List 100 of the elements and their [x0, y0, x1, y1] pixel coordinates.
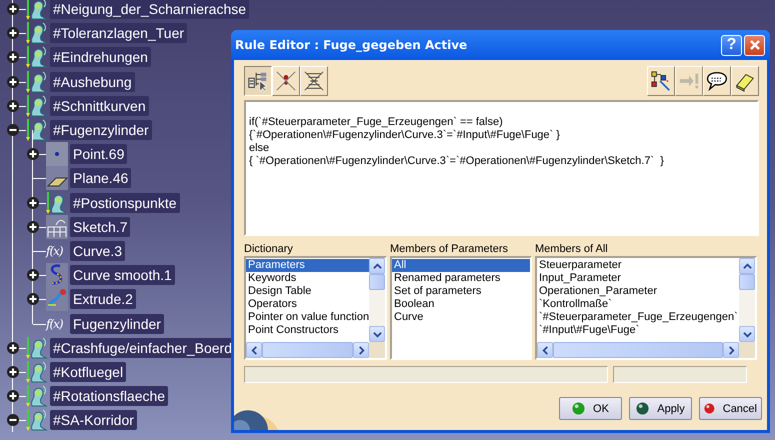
feature-icon — [26, 0, 48, 22]
scroll-up-button[interactable] — [369, 258, 385, 274]
scroll-thumb[interactable] — [739, 274, 755, 290]
chevron-up-icon — [372, 262, 382, 270]
list-item[interactable]: Renamed parameters — [392, 272, 530, 285]
scroll-left-button[interactable] — [537, 342, 553, 358]
scroll-left-button[interactable] — [246, 342, 262, 358]
expand-toggle[interactable] — [27, 293, 39, 306]
dictionary-list[interactable]: Parameters Keywords Design Table Operators Pointer on value function Point Constructors — [244, 256, 387, 360]
curve-icon — [46, 263, 68, 288]
tree-item-label[interactable]: #Neigung_der_Scharnierachse — [50, 0, 250, 20]
list-item[interactable]: `#Input\#Fuge\Fuge` — [537, 324, 739, 337]
scroll-thumb[interactable] — [553, 342, 723, 358]
list-item[interactable]: Steuerparameter — [537, 259, 739, 272]
expand-toggle[interactable] — [27, 220, 39, 233]
tree-item-label[interactable]: Fugenzylinder — [70, 314, 164, 334]
feature-icon — [26, 45, 48, 70]
list-item[interactable]: All — [392, 259, 530, 272]
list-item[interactable]: Boolean — [392, 298, 530, 311]
scroll-thumb[interactable] — [262, 342, 353, 358]
window-title: Rule Editor : Fuge_gegeben Active — [235, 38, 468, 52]
tree-item-label[interactable]: Extrude.2 — [70, 289, 136, 310]
list-item[interactable]: Keywords — [246, 272, 369, 285]
scrollbar-corner — [739, 342, 755, 358]
tree-item-label[interactable]: #Postionspunkte — [70, 192, 180, 213]
expand-toggle[interactable] — [7, 414, 19, 426]
close-icon — [748, 39, 760, 51]
scroll-up-button[interactable] — [739, 258, 755, 274]
expand-toggle[interactable] — [27, 196, 39, 209]
scroll-right-button[interactable] — [723, 342, 739, 358]
list-item[interactable]: Input_Parameter — [537, 272, 739, 285]
tree-item-label[interactable]: #Fugenzylinder — [50, 120, 152, 140]
chevron-right-icon — [356, 346, 366, 354]
scroll-right-button[interactable] — [353, 342, 369, 358]
tree-item-label[interactable]: Curve smooth.1 — [70, 265, 175, 286]
formula-icon: f(x) — [46, 244, 68, 258]
dialog-button[interactable]: OK — [559, 397, 622, 420]
vertical-scrollbar[interactable] — [739, 258, 755, 342]
expand-toggle[interactable] — [7, 366, 19, 378]
expand-toggle[interactable] — [7, 390, 19, 402]
dialog-button[interactable]: Cancel — [699, 397, 762, 420]
expand-toggle[interactable] — [7, 51, 19, 64]
tree-item-label[interactable]: #Toleranzlagen_Tuer — [50, 23, 188, 44]
feature-icon — [26, 70, 48, 94]
horizontal-scrollbar[interactable] — [246, 342, 385, 358]
close-button[interactable] — [744, 34, 765, 56]
tree-item-label[interactable]: #SA-Korridor — [50, 410, 137, 430]
tree-item-label[interactable]: #Schnittkurven — [50, 96, 149, 116]
feature-icon — [26, 94, 48, 118]
plane-icon — [46, 166, 68, 190]
chevron-down-icon — [742, 330, 752, 338]
list-label: Members of All — [535, 243, 609, 256]
rule-text-editor[interactable]: if(`#Steuerparameter_Fuge_Erzeugengen` == false) {`#Operationen\#Fugenzylinder\Curve.3`=`#Input\#Fuge\Fuge` } else { `#Operationen\#Fugenzylinder\Curve.3`=`#Operationen\#Fugenzylinder\Sketch.7` } — [244, 100, 759, 236]
code-line: else — [249, 142, 270, 155]
tree-item-label[interactable]: Curve.3 — [70, 240, 126, 261]
tree-item-label[interactable]: Sketch.7 — [70, 216, 130, 237]
list-item[interactable]: Operators — [246, 298, 369, 311]
tree-item-label[interactable]: Plane.46 — [70, 168, 132, 188]
expand-toggle[interactable] — [7, 76, 19, 88]
horizontal-scrollbar[interactable] — [537, 342, 755, 358]
tree-item-label[interactable]: #Rotationsflaeche — [50, 386, 168, 406]
tree-item-label[interactable]: Point.69 — [70, 144, 128, 164]
expand-toggle[interactable] — [7, 100, 19, 112]
tree-item-label[interactable]: #Eindrehungen — [50, 47, 151, 68]
list-item[interactable]: Point Constructors — [246, 324, 369, 337]
scroll-down-button[interactable] — [739, 326, 755, 342]
sketch-icon — [46, 214, 68, 239]
list-item[interactable]: Parameters — [246, 259, 369, 272]
list-item[interactable]: `Kontrollmaße` — [537, 298, 739, 311]
scroll-thumb[interactable] — [369, 274, 385, 290]
list-item[interactable]: Curve — [392, 311, 530, 324]
expand-toggle[interactable] — [27, 269, 39, 282]
vertical-scrollbar[interactable] — [369, 258, 385, 342]
tree-item-label[interactable]: #Aushebung — [50, 72, 135, 92]
feature-icon — [46, 190, 68, 215]
toolbar-button[interactable] — [244, 66, 272, 96]
scroll-down-button[interactable] — [369, 326, 385, 342]
expand-toggle[interactable] — [7, 27, 19, 40]
expand-toggle[interactable] — [27, 148, 39, 160]
chevron-right-icon — [726, 346, 736, 354]
expand-toggle[interactable] — [7, 3, 19, 16]
scrollbar-corner — [369, 342, 385, 358]
expand-toggle[interactable] — [7, 124, 19, 136]
feature-icon — [26, 384, 48, 408]
expand-toggle[interactable] — [7, 342, 19, 354]
dialog-button[interactable]: Apply — [629, 397, 692, 420]
list-item[interactable]: Set of parameters — [392, 285, 530, 298]
feature-icon — [26, 408, 48, 432]
list-item[interactable]: Design Table — [246, 285, 369, 298]
tree-item-label[interactable]: #Kotfluegel — [50, 362, 126, 382]
feature-icon — [26, 21, 48, 46]
parameters-list[interactable]: All Renamed parameters Set of parameters Boolean Curve — [390, 256, 532, 360]
chevron-left-icon — [250, 346, 258, 354]
list-item[interactable]: Operationen_Parameter — [537, 285, 739, 298]
code-line: { `#Operationen\#Fugenzylinder\Curve.3`=`#Operationen\#Fugenzylinder\Sketch.7` } — [249, 155, 664, 168]
list-item[interactable]: `#Steuerparameter_Fuge_Erzeugengen` — [537, 311, 739, 324]
members-list[interactable]: Steuerparameter Input_Parameter Operationen_Parameter `Kontrollmaße` `#Steuerparameter_Fuge_Erzeugengen` `#Input\#Fuge\Fuge` — [535, 256, 757, 360]
formula-icon: f(x) — [46, 316, 68, 331]
list-item[interactable]: Pointer on value function — [246, 311, 369, 324]
chevron-up-icon — [742, 262, 752, 270]
